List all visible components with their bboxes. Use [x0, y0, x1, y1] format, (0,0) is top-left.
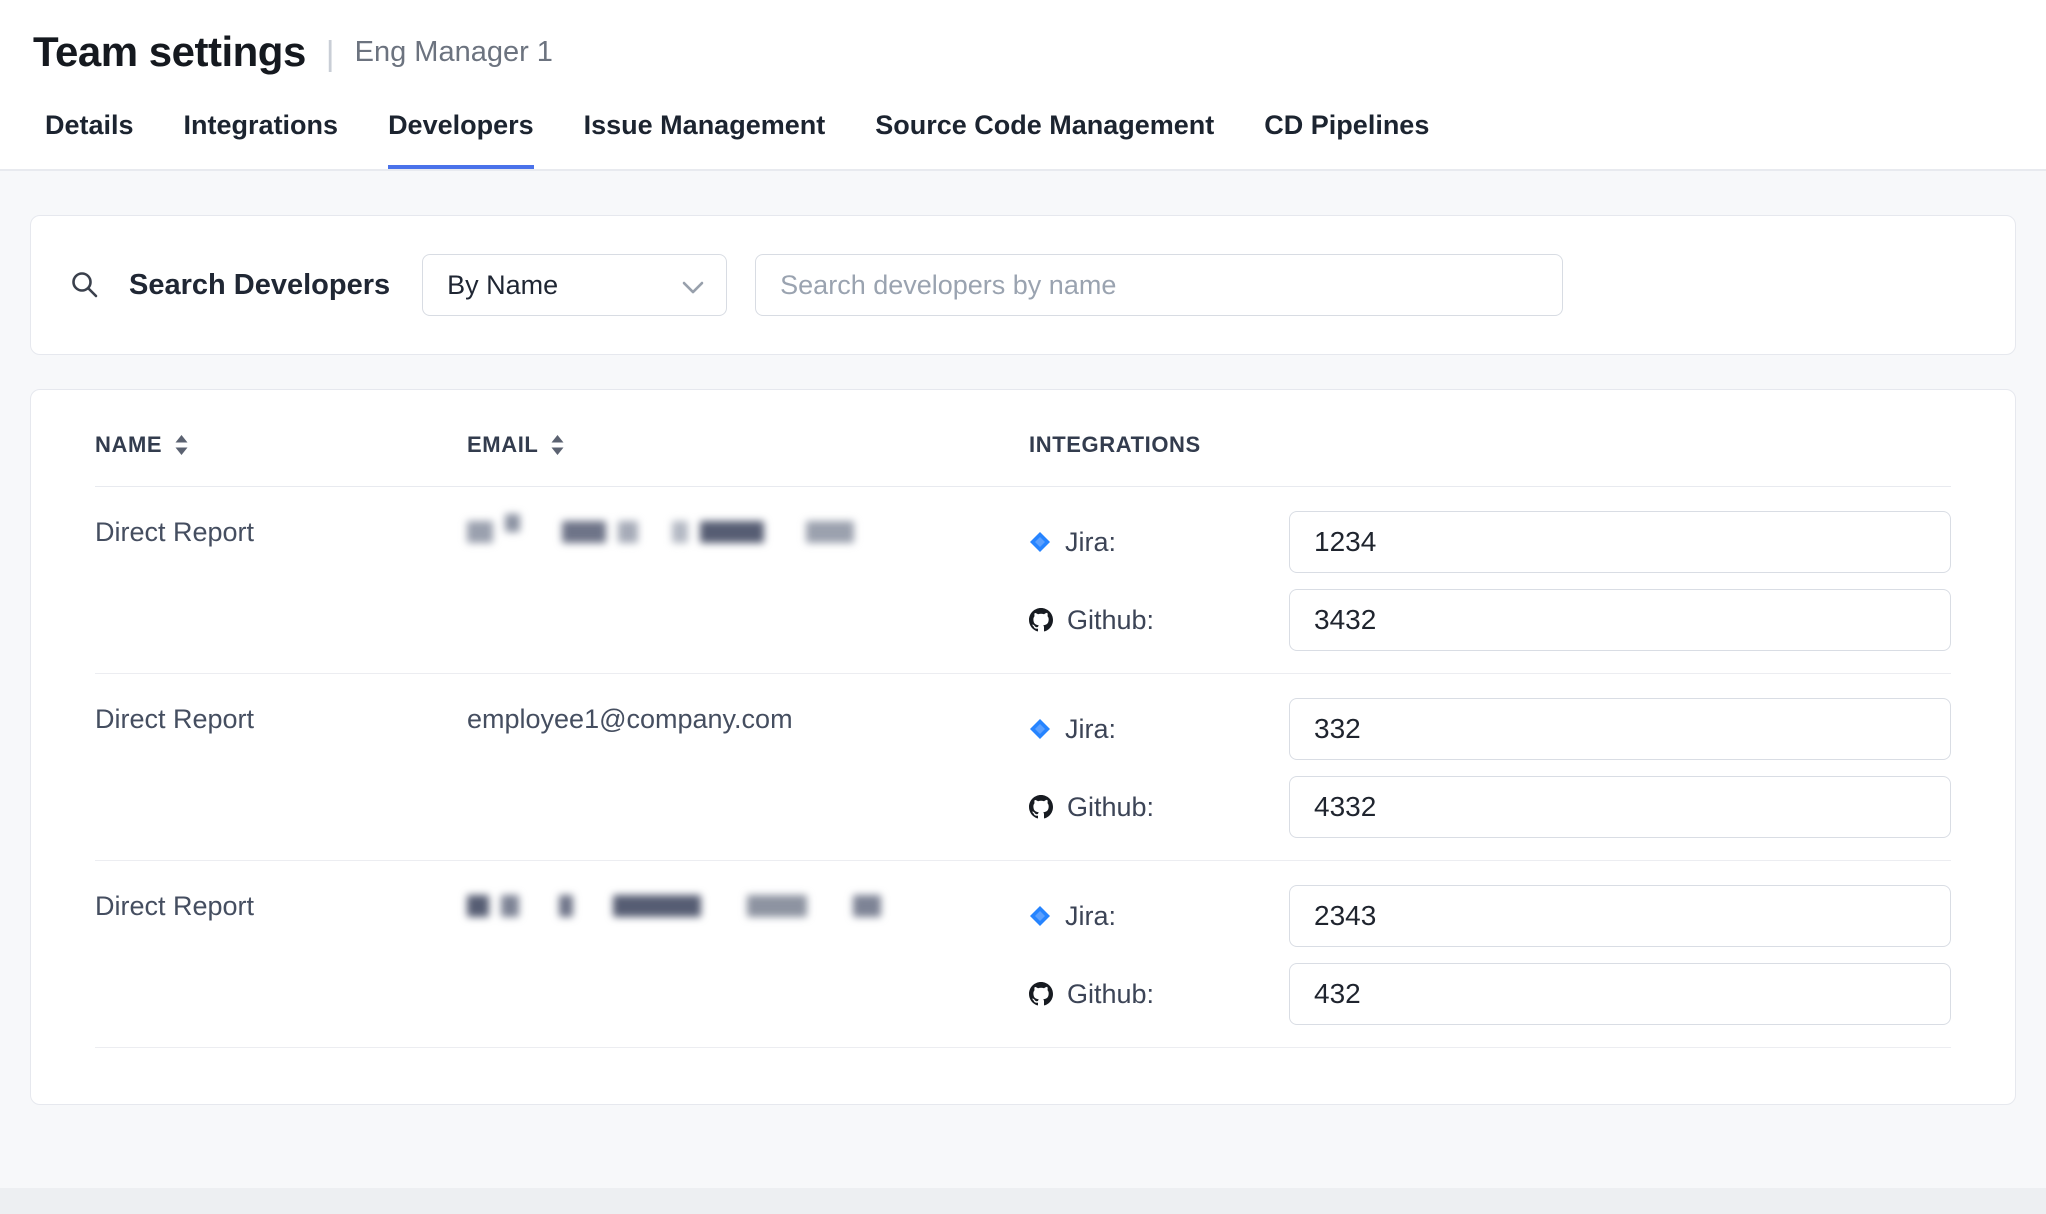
tab-bar: Details Integrations Developers Issue Ma…	[0, 110, 2046, 169]
developer-name: Direct Report	[95, 698, 467, 735]
github-label: Github:	[1067, 605, 1154, 636]
email-column-label: EMAIL	[467, 432, 538, 458]
developer-email-redacted	[467, 511, 1029, 543]
jira-integration-row: Jira:	[1029, 698, 1951, 760]
column-header-integrations: INTEGRATIONS	[1029, 432, 1951, 458]
page-footer-strip	[0, 1188, 2046, 1214]
sort-icon-email[interactable]	[550, 434, 565, 456]
table-row: Direct Report	[95, 861, 1951, 1048]
github-label-group: Github:	[1029, 979, 1289, 1010]
page-title: Team settings	[33, 28, 306, 76]
tab-source-code-management[interactable]: Source Code Management	[875, 110, 1214, 169]
tab-integrations[interactable]: Integrations	[184, 110, 339, 169]
table-row: Direct Report	[95, 487, 1951, 674]
chevron-down-icon	[682, 271, 704, 302]
table-header-row: NAME EMAIL INTEGRATIONS	[95, 432, 1951, 487]
tab-cd-pipelines[interactable]: CD Pipelines	[1264, 110, 1429, 169]
github-integration-row: Github:	[1029, 589, 1951, 651]
developer-name: Direct Report	[95, 885, 467, 922]
developer-email-redacted	[467, 885, 1029, 917]
team-name-subtitle: Eng Manager 1	[355, 36, 553, 69]
jira-integration-row: Jira:	[1029, 511, 1951, 573]
jira-id-input[interactable]	[1289, 885, 1951, 947]
jira-integration-row: Jira:	[1029, 885, 1951, 947]
github-id-input[interactable]	[1289, 589, 1951, 651]
github-icon	[1029, 608, 1053, 632]
github-id-input[interactable]	[1289, 776, 1951, 838]
column-header-name: NAME	[95, 432, 467, 458]
jira-label: Jira:	[1065, 714, 1116, 745]
app-header: Team settings | Eng Manager 1 Details In…	[0, 0, 2046, 171]
tab-details[interactable]: Details	[45, 110, 134, 169]
tab-developers[interactable]: Developers	[388, 110, 534, 169]
github-icon	[1029, 982, 1053, 1006]
table-row: Direct Report employee1@company.com Jira…	[95, 674, 1951, 861]
github-id-input[interactable]	[1289, 963, 1951, 1025]
main-content: Search Developers By Name NAME	[0, 171, 2046, 1105]
developer-email: employee1@company.com	[467, 698, 1029, 735]
jira-label-group: Jira:	[1029, 714, 1289, 745]
developer-name: Direct Report	[95, 511, 467, 548]
search-filter-selected-value: By Name	[447, 270, 558, 301]
integrations-cell: Jira: Github:	[1029, 698, 1951, 838]
github-integration-row: Github:	[1029, 963, 1951, 1025]
integrations-cell: Jira: Github:	[1029, 511, 1951, 651]
jira-icon	[1029, 718, 1051, 740]
developers-table-card: NAME EMAIL INTEGRATIONS	[30, 389, 2016, 1105]
github-label-group: Github:	[1029, 605, 1289, 636]
title-row: Team settings | Eng Manager 1	[0, 28, 2046, 76]
jira-id-input[interactable]	[1289, 698, 1951, 760]
jira-label-group: Jira:	[1029, 527, 1289, 558]
redacted-email-blocks	[467, 895, 1029, 917]
search-developers-input[interactable]	[755, 254, 1563, 316]
github-integration-row: Github:	[1029, 776, 1951, 838]
search-developers-card: Search Developers By Name	[30, 215, 2016, 355]
sort-icon-name[interactable]	[174, 434, 189, 456]
jira-icon	[1029, 905, 1051, 927]
jira-label: Jira:	[1065, 527, 1116, 558]
redacted-email-blocks	[467, 521, 1029, 543]
github-label-group: Github:	[1029, 792, 1289, 823]
jira-icon	[1029, 531, 1051, 553]
search-filter-dropdown[interactable]: By Name	[422, 254, 727, 316]
jira-label: Jira:	[1065, 901, 1116, 932]
name-column-label: NAME	[95, 432, 162, 458]
tab-issue-management[interactable]: Issue Management	[584, 110, 826, 169]
search-icon	[69, 269, 101, 301]
github-icon	[1029, 795, 1053, 819]
title-separator: |	[326, 35, 335, 74]
search-developers-label: Search Developers	[129, 269, 390, 302]
column-header-email: EMAIL	[467, 432, 1029, 458]
integrations-column-label: INTEGRATIONS	[1029, 432, 1201, 458]
github-label: Github:	[1067, 979, 1154, 1010]
github-label: Github:	[1067, 792, 1154, 823]
jira-id-input[interactable]	[1289, 511, 1951, 573]
integrations-cell: Jira: Github:	[1029, 885, 1951, 1025]
jira-label-group: Jira:	[1029, 901, 1289, 932]
